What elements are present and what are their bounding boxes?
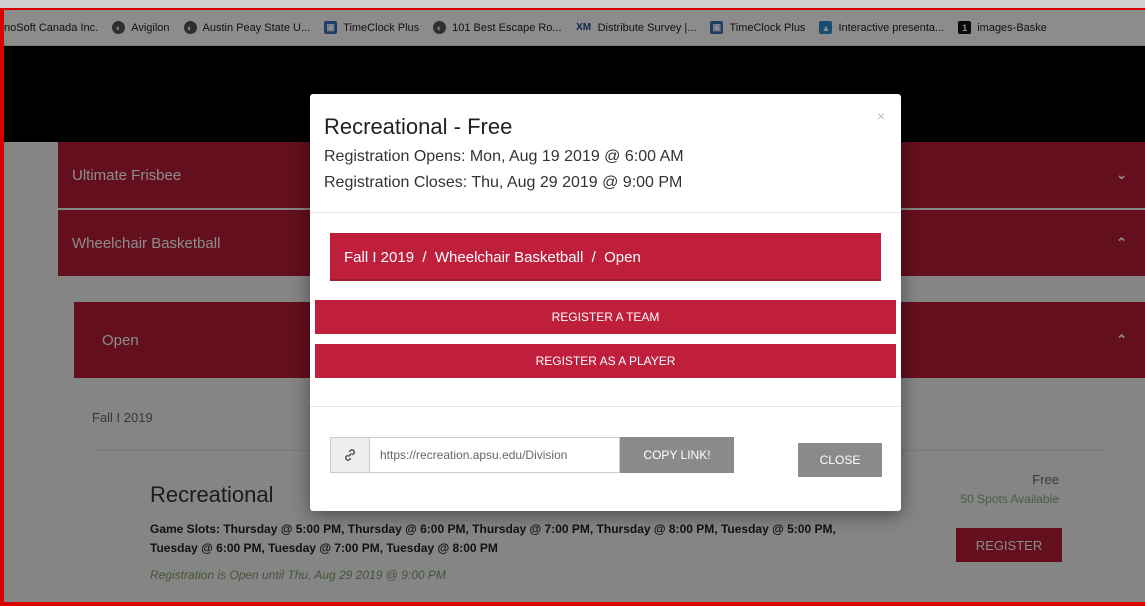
accordion-label: Open — [102, 331, 139, 349]
bookmark-label: TimeClock Plus — [729, 21, 806, 34]
bookmark-label: images-Baske — [977, 21, 1047, 34]
link-icon-svg — [345, 449, 355, 461]
register-button[interactable]: REGISTER — [956, 528, 1062, 562]
share-link-input[interactable] — [370, 437, 620, 473]
bookmark-label: TimeClock Plus — [343, 21, 420, 34]
globe-icon: ◐ — [433, 21, 447, 34]
bookmarks-bar: noSoft Canada Inc. ◐ Avigilon ◐ Austin P… — [4, 10, 1145, 46]
bookmark-2[interactable]: ◐ Austin Peay State U... — [183, 21, 311, 34]
close-icon[interactable]: × — [877, 108, 885, 124]
breadcrumb: Fall I 2019 / Wheelchair Basketball / Op… — [330, 233, 881, 281]
chevron-down-icon: ⌄ — [1116, 167, 1127, 182]
registration-modal: × Recreational - Free Registration Opens… — [310, 94, 901, 511]
season-label: Fall I 2019 — [92, 410, 153, 425]
presentation-icon: ▲ — [819, 21, 833, 34]
bookmark-label: Interactive presenta... — [838, 21, 945, 34]
registration-opens-text: Registration Opens: Mon, Aug 19 2019 @ 6… — [324, 148, 684, 165]
bookmark-label: Austin Peay State U... — [202, 21, 311, 34]
bookmark-label: Avigilon — [131, 21, 170, 34]
breadcrumb-text: Fall I 2019 / Wheelchair Basketball / Op… — [344, 248, 641, 266]
accordion-label: Wheelchair Basketball — [72, 234, 221, 252]
bookmark-label: noSoft Canada Inc. — [4, 21, 99, 34]
browser-window: noSoft Canada Inc. ◐ Avigilon ◐ Austin P… — [0, 8, 1145, 606]
bookmark-6[interactable]: ▣ TimeClock Plus — [710, 21, 805, 34]
registration-status-text: Registration is Open until Thu, Aug 29 2… — [150, 568, 446, 582]
timeclock-icon: ▣ — [324, 21, 338, 34]
register-team-button[interactable]: REGISTER A TEAM — [315, 300, 896, 334]
price-label: Free — [1032, 472, 1059, 487]
bookmark-3[interactable]: ▣ TimeClock Plus — [324, 21, 419, 34]
xm-icon: XM — [576, 22, 592, 33]
game-slots-text: Game Slots: Thursday @ 5:00 PM, Thursday… — [150, 522, 836, 555]
copy-link-button[interactable]: COPY LINK! — [620, 437, 734, 473]
spots-available-label: 50 Spots Available — [960, 492, 1059, 506]
accordion-label: Ultimate Frisbee — [72, 166, 182, 184]
registration-closes-text: Registration Closes: Thu, Aug 29 2019 @ … — [324, 174, 683, 191]
close-button[interactable]: CLOSE — [798, 443, 882, 477]
divider — [310, 406, 901, 407]
divider — [310, 212, 901, 213]
globe-icon: ◐ — [112, 21, 126, 34]
chevron-up-icon: ⌃ — [1116, 235, 1127, 250]
globe-icon: ◐ — [183, 21, 197, 34]
link-icon — [330, 437, 370, 473]
bookmark-0[interactable]: noSoft Canada Inc. — [4, 22, 98, 34]
bookmark-8[interactable]: 1 images-Baske — [958, 21, 1047, 34]
bookmark-4[interactable]: ◐ 101 Best Escape Ro... — [433, 21, 562, 34]
share-link-group: COPY LINK! — [330, 437, 734, 473]
division-title: Recreational — [150, 482, 274, 507]
bookmark-label: 101 Best Escape Ro... — [452, 21, 562, 34]
register-player-button[interactable]: REGISTER AS A PLAYER — [315, 344, 896, 378]
bookmark-7[interactable]: ▲ Interactive presenta... — [819, 21, 944, 34]
timeclock-icon: ▣ — [710, 21, 724, 34]
chevron-up-icon: ⌃ — [1116, 332, 1127, 347]
modal-title: Recreational - Free — [324, 114, 513, 139]
bookmark-1[interactable]: ◐ Avigilon — [112, 21, 170, 34]
bookmark-5[interactable]: XM Distribute Survey |... — [576, 21, 697, 34]
bookmark-label: Distribute Survey |... — [597, 21, 697, 34]
one-icon: 1 — [958, 21, 972, 34]
